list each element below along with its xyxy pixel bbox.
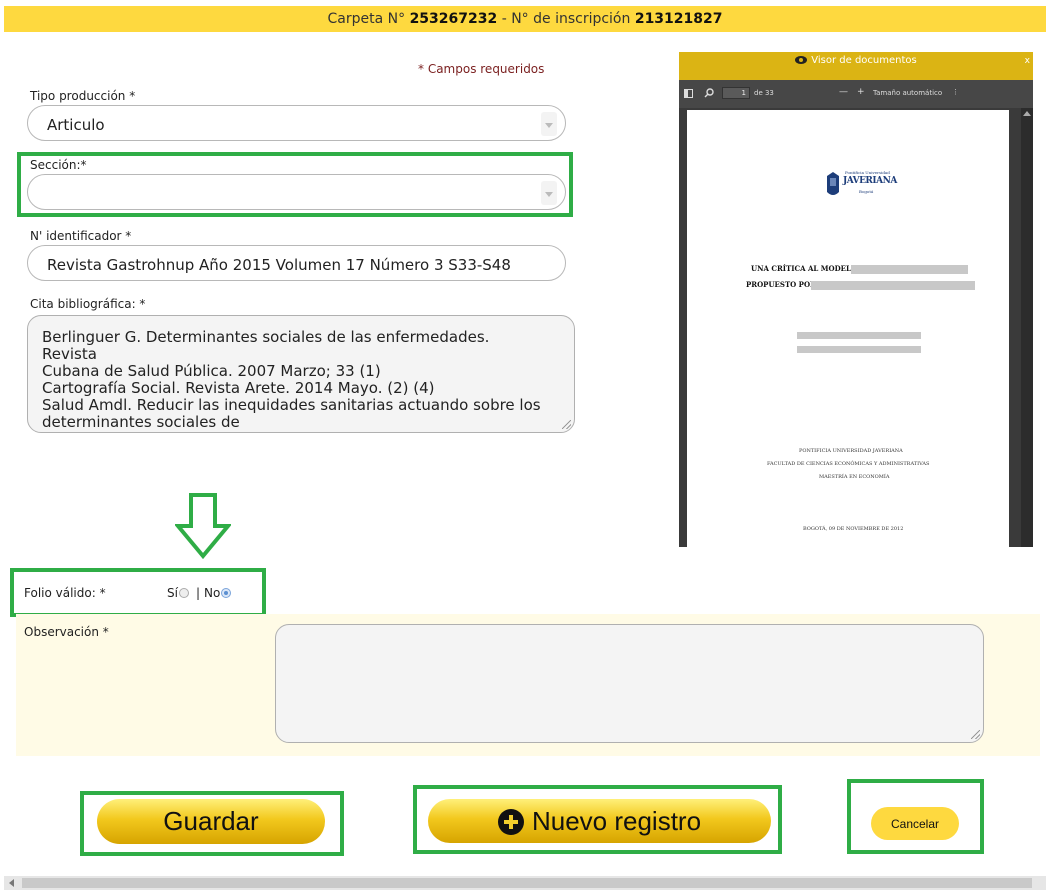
observacion-textarea[interactable]: [275, 624, 984, 743]
sidebar-toggle-icon[interactable]: [684, 89, 693, 98]
doc-institution-line-1: PONTIFICIA UNIVERSIDAD JAVERIANA: [799, 448, 903, 454]
guardar-button[interactable]: Guardar: [97, 799, 325, 844]
redacted-block: [797, 346, 921, 353]
doc-title-line-1: UNA CRÍTICA AL MODELO: [751, 264, 858, 273]
doc-institution-line-3: MAESTRÍA EN ECONOMÍA: [819, 474, 890, 480]
chevron-down-icon: [545, 123, 553, 128]
cita-label: Cita bibliográfica: *: [30, 297, 146, 311]
scroll-left-icon[interactable]: [9, 879, 14, 887]
folio-label: Folio válido: *: [24, 586, 106, 600]
viewer-scrollbar[interactable]: [1021, 108, 1033, 547]
scrollbar-thumb[interactable]: [22, 878, 1032, 888]
doc-date-line: BOGOTÁ, 09 DE NOVIEMBRE DE 2012: [803, 526, 904, 532]
nuevo-registro-button[interactable]: Nuevo registro: [428, 799, 771, 843]
tipo-produccion-value: Articulo: [47, 116, 105, 134]
logo-line-3: Bogotá: [859, 189, 874, 194]
tipo-produccion-label: Tipo producción *: [30, 89, 136, 103]
doc-institution-line-2: FACULTAD DE CIENCIAS ECONÓMICAS Y ADMINI…: [767, 461, 930, 467]
identificador-value: Revista Gastrohnup Año 2015 Volumen 17 N…: [47, 256, 511, 274]
identificador-label: N' identificador *: [30, 229, 132, 243]
doc-title-line-2: PROPUESTO POR: [746, 280, 816, 289]
horizontal-scrollbar[interactable]: [4, 876, 1046, 890]
folio-no-label: No: [204, 586, 221, 600]
inscripcion-label: - N° de inscripción: [501, 11, 631, 27]
observacion-label: Observación *: [24, 625, 109, 639]
tipo-produccion-select[interactable]: Articulo: [27, 105, 566, 141]
redacted-block: [851, 265, 968, 274]
document-viewer: Visor de documentos x 1 de 33 — + Tamaño…: [679, 52, 1033, 547]
seccion-select[interactable]: [27, 174, 566, 210]
viewer-title: Visor de documentos: [811, 55, 917, 66]
more-menu-icon[interactable]: ⋮: [952, 88, 959, 96]
folio-yes-label: Sí: [167, 586, 178, 600]
identificador-input[interactable]: Revista Gastrohnup Año 2015 Volumen 17 N…: [27, 245, 566, 281]
zoom-out-button[interactable]: —: [839, 87, 848, 97]
scroll-up-icon[interactable]: [1023, 111, 1031, 116]
viewer-toolbar: 1 de 33 — + Tamaño automático ⋮: [679, 80, 1033, 108]
required-fields-note: * Campos requeridos: [418, 62, 545, 76]
page-total: de 33: [754, 89, 774, 97]
folio-separator: |: [195, 586, 200, 600]
chevron-down-icon: [545, 192, 553, 197]
cita-value: Berlinguer G. Determinantes sociales de …: [42, 328, 541, 431]
record-header: Carpeta N° 253267232 - N° de inscripción…: [4, 6, 1046, 32]
folio-radio-group: Sí | No: [167, 586, 232, 600]
nuevo-registro-label: Nuevo registro: [531, 805, 702, 836]
viewer-header: Visor de documentos x: [679, 52, 1033, 80]
resize-grip-icon[interactable]: [562, 420, 571, 429]
plus-circle-icon: [497, 809, 524, 835]
seccion-label: Sección:*: [30, 158, 87, 172]
inscripcion-number: 213121827: [634, 11, 723, 27]
document-page: Pontificia Universidad JAVERIANA Bogotá …: [687, 110, 1009, 547]
redacted-block: [811, 281, 975, 290]
resize-grip-icon[interactable]: [971, 730, 980, 739]
page-number-input[interactable]: 1: [722, 87, 750, 99]
carpeta-label: Carpeta N°: [327, 11, 406, 27]
zoom-select[interactable]: Tamaño automático: [873, 89, 942, 97]
logo-line-2: JAVERIANA: [843, 176, 897, 186]
folio-no-radio[interactable]: [221, 588, 232, 598]
eye-icon: [795, 56, 808, 64]
cita-textarea[interactable]: Berlinguer G. Determinantes sociales de …: [27, 315, 575, 433]
search-icon[interactable]: [704, 88, 714, 98]
folio-yes-radio[interactable]: [178, 588, 189, 598]
cancelar-button[interactable]: Cancelar: [871, 807, 959, 840]
zoom-in-button[interactable]: +: [857, 87, 865, 97]
viewer-close-button[interactable]: x: [1025, 52, 1030, 70]
carpeta-number: 253267232: [409, 11, 498, 27]
redacted-block: [797, 332, 921, 339]
arrow-down-icon: [175, 493, 231, 560]
logo-line-1: Pontificia Universidad: [845, 170, 890, 175]
